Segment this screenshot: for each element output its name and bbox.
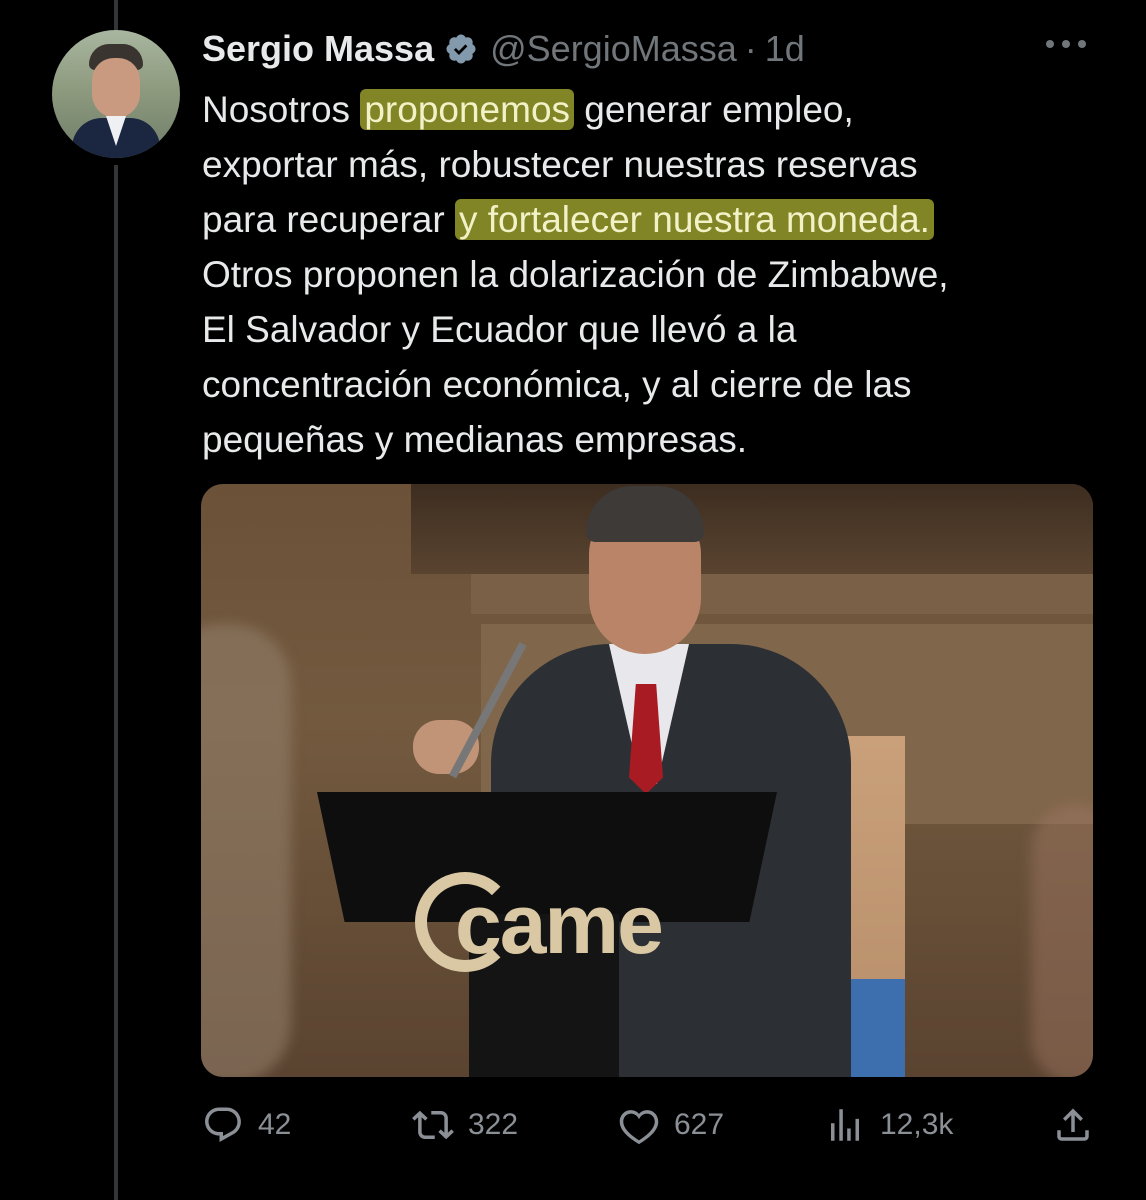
photo-wall-band	[471, 574, 1093, 614]
highlighted-text: y fortalecer nuestra moneda.	[454, 199, 934, 240]
retweet-button[interactable]: 322	[412, 1100, 518, 1150]
share-button[interactable]	[1052, 1100, 1108, 1150]
like-count: 627	[674, 1108, 725, 1141]
reply-count: 42	[258, 1108, 292, 1141]
photo-wall	[411, 484, 1093, 574]
avatar[interactable]	[52, 30, 180, 158]
like-icon	[619, 1110, 659, 1145]
header-separator: ·	[744, 28, 757, 69]
tweet-text-segment: Otros proponen la dolarización de Zimbab…	[202, 254, 949, 460]
like-button[interactable]: 627	[618, 1100, 724, 1150]
podium-logo-text: came	[455, 877, 664, 971]
share-icon	[1057, 1108, 1089, 1141]
tweet-text: Nosotros proponemos generar empleo, expo…	[202, 82, 1102, 467]
blurred-audience	[1031, 804, 1093, 1077]
tweet-header: Sergio Massa @SergioMassa · 1d	[202, 26, 805, 72]
podium-logo: came	[419, 876, 664, 973]
tweet-timestamp[interactable]: 1d	[765, 28, 805, 70]
retweet-count: 322	[468, 1108, 519, 1141]
highlighted-text: proponemos	[360, 89, 575, 130]
reply-button[interactable]: 42	[202, 1100, 291, 1150]
tweet-text-segment: Nosotros	[202, 89, 361, 130]
thread-line	[114, 165, 118, 1200]
more-dot	[1062, 40, 1070, 48]
author-handle[interactable]: @SergioMassa	[490, 28, 737, 70]
more-dot	[1078, 40, 1086, 48]
views-count: 12,3k	[880, 1108, 954, 1141]
blurred-audience	[201, 624, 291, 1077]
tweet-actions: 42 322 627 12,3k	[202, 1100, 1092, 1150]
retweet-icon	[412, 1110, 454, 1140]
avatar-face	[92, 58, 140, 118]
author-name[interactable]: Sergio Massa	[202, 28, 434, 70]
more-icon[interactable]	[1046, 40, 1086, 48]
tweet-photo[interactable]: came	[201, 484, 1093, 1077]
views-icon	[831, 1109, 859, 1141]
more-dot	[1046, 40, 1054, 48]
verified-badge-icon[interactable]	[444, 32, 478, 66]
reply-icon	[205, 1107, 241, 1142]
thread-line-top	[114, 0, 118, 30]
views-button[interactable]: 12,3k	[824, 1100, 953, 1150]
